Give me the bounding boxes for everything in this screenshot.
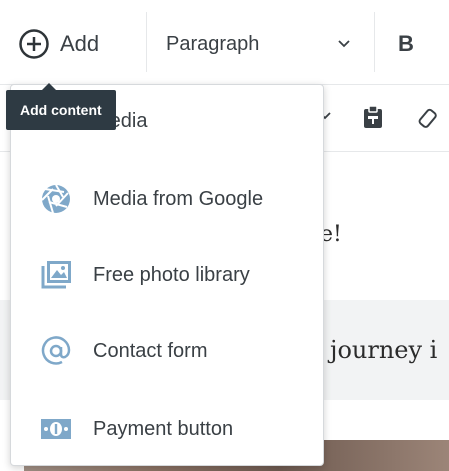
- tooltip: Add content: [6, 90, 116, 130]
- add-button[interactable]: Add: [18, 24, 99, 64]
- quote-text: journey i: [330, 336, 438, 364]
- add-button-label: Add: [60, 31, 100, 56]
- menu-item-label: Free photo library: [93, 263, 250, 286]
- toolbar-divider: [374, 12, 375, 72]
- toolbar-divider: [146, 12, 147, 72]
- aperture-icon: [39, 184, 73, 214]
- menu-item-free-photo-library[interactable]: Free photo library: [11, 245, 323, 305]
- menu-item-label: Payment button: [93, 417, 234, 440]
- paste-clipboard-icon[interactable]: [362, 105, 384, 134]
- menu-item-payment-button[interactable]: Payment button: [11, 399, 323, 459]
- menu-item-contact-form[interactable]: Contact form: [11, 321, 323, 381]
- clear-format-icon[interactable]: [418, 107, 440, 134]
- bold-button[interactable]: B: [398, 24, 414, 64]
- chevron-down-icon: [336, 36, 352, 57]
- editor-toolbar: Add Paragraph B: [0, 0, 449, 85]
- menu-item-label: Contact form: [93, 339, 208, 362]
- add-content-menu: Media Media from Google Free photo libra…: [10, 84, 324, 466]
- plus-circle-icon: [18, 28, 50, 60]
- at-sign-icon: [39, 336, 73, 366]
- tooltip-arrow: [42, 83, 56, 90]
- menu-item-label: Media from Google: [93, 187, 264, 210]
- payment-icon: [39, 414, 73, 444]
- menu-item-media-from-google[interactable]: Media from Google: [11, 169, 323, 229]
- paragraph-style-select[interactable]: Paragraph: [166, 24, 356, 64]
- photo-library-icon: [39, 260, 73, 290]
- paragraph-style-label: Paragraph: [166, 32, 260, 55]
